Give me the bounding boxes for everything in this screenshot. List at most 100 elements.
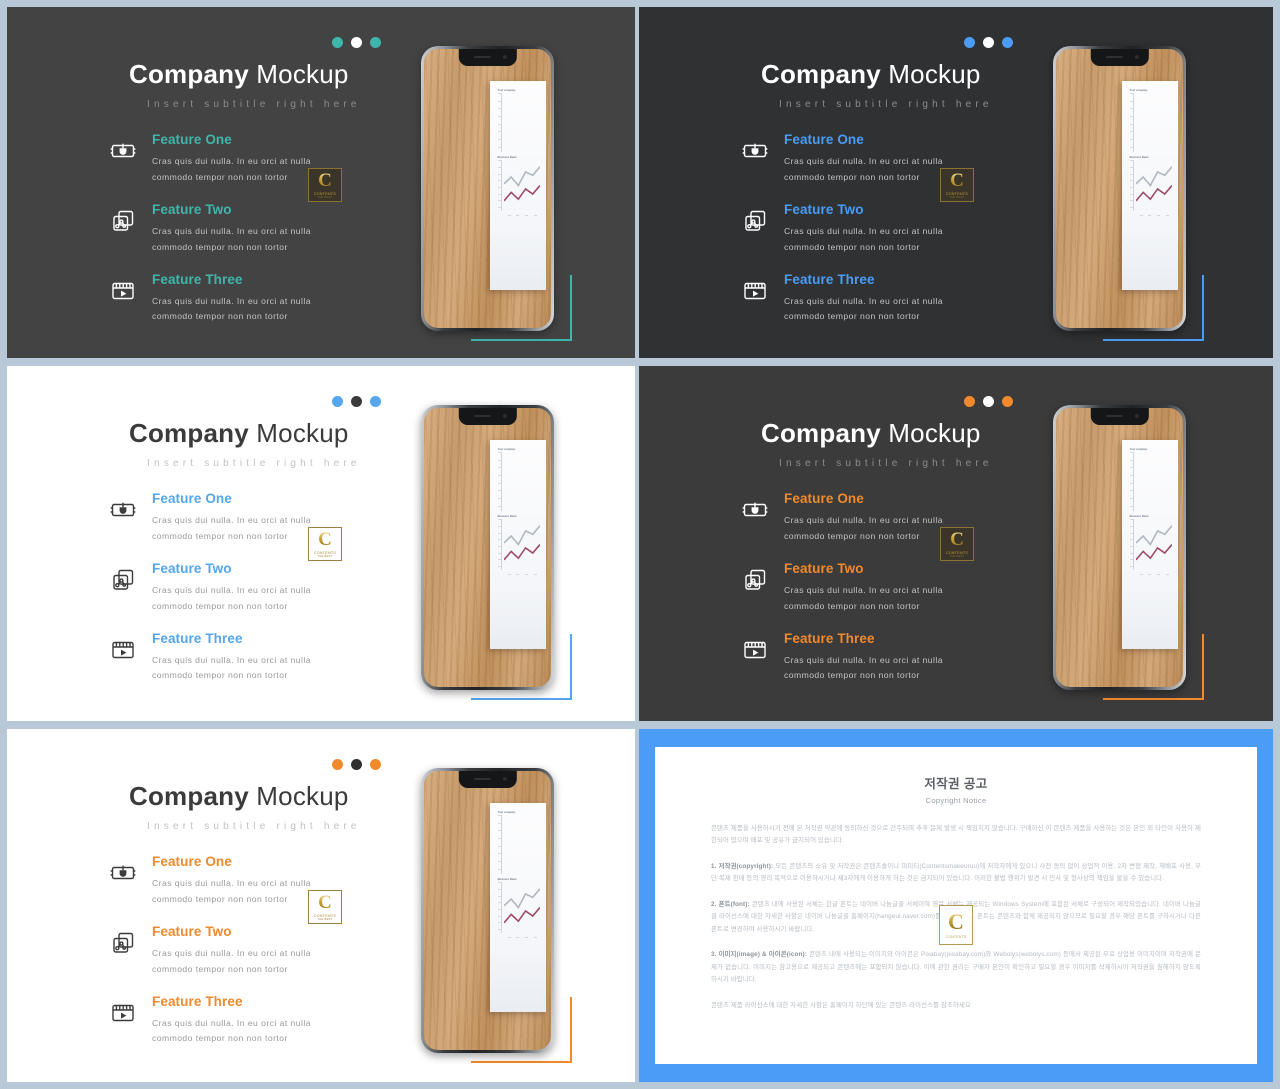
slide-light-orange[interactable]: Company Mockup Insert subtitle right her… (7, 729, 635, 1082)
line-chart (1129, 519, 1172, 575)
feature-title: Feature One (152, 132, 232, 147)
line-chart-ticks (505, 936, 540, 938)
slide-dot-3 (1002, 396, 1013, 407)
page-title: Company Mockup (761, 59, 981, 90)
feature-title: Feature Two (784, 560, 864, 576)
feature-item[interactable]: Feature Three Cras quis dui nulla. In eu… (106, 994, 336, 1048)
media-player-icon (110, 637, 136, 663)
feature-item[interactable]: Feature Two Cras quis dui nulla. In eu o… (106, 924, 336, 978)
slide-dot-2 (983, 37, 994, 48)
line-chart (497, 160, 540, 216)
slide-dark-teal[interactable]: Company Mockup Insert subtitle right her… (7, 7, 635, 358)
slide-dot-2 (351, 759, 362, 770)
page-title: Company Mockup (761, 418, 981, 449)
contents-watermark: C CONTENTS (939, 904, 973, 945)
feature-body: Cras quis dui nulla. In eu orci at nulla… (152, 1017, 311, 1044)
feature-body: Cras quis dui nulla. In eu orci at nulla… (784, 584, 943, 611)
phone-screen: Your company Business News (1056, 408, 1183, 687)
battery-plug-icon (742, 138, 768, 164)
line-chart (497, 519, 540, 575)
feature-body: Cras quis dui nulla. In eu orci at nulla… (152, 225, 311, 252)
chart-paper: Your company Business News (490, 803, 546, 1013)
feature-title: Feature Three (152, 630, 243, 646)
slide-dark-blue[interactable]: Company Mockup Insert subtitle right her… (639, 7, 1273, 358)
slide-dot-3 (370, 37, 381, 48)
copyright-paragraph: 콘텐츠 제품을 사용하시기 전에 본 저작권 약관에 동의하신 것으로 간주되며… (711, 825, 1201, 845)
slide-dots (332, 37, 381, 48)
chart-title-top: Your company (1129, 88, 1148, 92)
chart-title-bottom: Business News (497, 877, 517, 881)
line-chart-axis (497, 160, 502, 212)
copyright-document: 저작권 공고 Copyright Notice 콘텐츠 제품을 사용하시기 전에… (655, 747, 1257, 1064)
phone-screen: Your company Business News (424, 771, 551, 1050)
feature-title: Feature Three (152, 271, 243, 287)
feature-item[interactable]: Feature Three Cras quis dui nulla. In eu… (106, 631, 336, 685)
bar-chart (1129, 451, 1172, 511)
feature-item[interactable]: Feature One Cras quis dui nulla. In eu o… (106, 854, 336, 908)
feature-title: Feature Two (152, 560, 232, 576)
page-title: Company Mockup (129, 781, 349, 812)
watermark-label: CONTENTS (313, 913, 337, 918)
slide-dot-3 (370, 396, 381, 407)
phone-notch (458, 408, 517, 425)
contents-watermark: C CONTENTS THE BEST (308, 527, 342, 561)
slide-dot-2 (351, 396, 362, 407)
phone-frame: Your company Business News (1053, 405, 1186, 690)
slide-dot-1 (964, 396, 975, 407)
line-chart-ticks (1137, 214, 1172, 216)
feature-list: Feature One Cras quis dui nulla. In eu o… (738, 132, 968, 325)
watermark-label: CONTENTS (945, 191, 969, 196)
slide-dot-1 (332, 37, 343, 48)
contents-watermark: C CONTENTS THE BEST (940, 527, 974, 561)
feature-item[interactable]: Feature Two Cras quis dui nulla. In eu o… (106, 561, 336, 615)
watermark-letter: C (950, 529, 964, 550)
slide-copyright-notice[interactable]: 저작권 공고 Copyright Notice 콘텐츠 제품을 사용하시기 전에… (639, 729, 1273, 1082)
page-subtitle: Insert subtitle right here (779, 99, 993, 110)
chart-title-top: Your company (497, 88, 516, 92)
page-subtitle: Insert subtitle right here (147, 458, 361, 469)
feature-title: Feature Three (152, 993, 243, 1009)
feature-title: Feature One (152, 491, 232, 506)
feature-item[interactable]: Feature Two Cras quis dui nulla. In eu o… (738, 561, 968, 615)
feature-item[interactable]: Feature One Cras quis dui nulla. In eu o… (106, 132, 336, 186)
feature-title: Feature One (152, 854, 232, 869)
feature-body: Cras quis dui nulla. In eu orci at nulla… (152, 584, 311, 611)
feature-list: Feature One Cras quis dui nulla. In eu o… (106, 854, 336, 1047)
feature-item[interactable]: Feature One Cras quis dui nulla. In eu o… (106, 491, 336, 545)
line-chart-axis (497, 519, 502, 571)
layers-nodes-icon (110, 930, 136, 956)
feature-list: Feature One Cras quis dui nulla. In eu o… (106, 132, 336, 325)
bar-chart-bars (505, 815, 540, 874)
chart-title-bottom: Business News (497, 155, 517, 159)
slide-light-blue[interactable]: Company Mockup Insert subtitle right her… (7, 366, 635, 721)
feature-item[interactable]: Feature Three Cras quis dui nulla. In eu… (738, 631, 968, 685)
feature-title: Feature Two (152, 923, 232, 939)
page-subtitle: Insert subtitle right here (147, 99, 361, 110)
phone-frame: Your company Business News (421, 405, 554, 690)
contents-watermark: C CONTENTS THE BEST (308, 168, 342, 202)
media-player-icon (110, 278, 136, 304)
battery-plug-icon (110, 138, 136, 164)
feature-body: Cras quis dui nulla. In eu orci at nulla… (152, 654, 311, 681)
slide-dark-orange[interactable]: Company Mockup Insert subtitle right her… (639, 366, 1273, 721)
feature-item[interactable]: Feature One Cras quis dui nulla. In eu o… (738, 491, 968, 545)
watermark-sublabel: THE BEST (317, 196, 333, 199)
phone-screen: Your company Business News (1056, 49, 1183, 328)
feature-body: Cras quis dui nulla. In eu orci at nulla… (784, 295, 943, 322)
slide-dot-1 (332, 396, 343, 407)
title-bold: Company (129, 781, 249, 811)
feature-item[interactable]: Feature Two Cras quis dui nulla. In eu o… (738, 202, 968, 256)
feature-item[interactable]: Feature Three Cras quis dui nulla. In eu… (738, 272, 968, 326)
page-subtitle: Insert subtitle right here (779, 458, 993, 469)
copyright-title: 저작권 공고 (924, 777, 988, 791)
feature-list: Feature One Cras quis dui nulla. In eu o… (106, 491, 336, 684)
chart-paper: Your company Business News (490, 81, 546, 291)
title-light: Mockup (880, 418, 981, 448)
feature-item[interactable]: Feature Two Cras quis dui nulla. In eu o… (106, 202, 336, 256)
phone-mockup: Your company Business News (421, 46, 554, 331)
title-bold: Company (129, 59, 249, 89)
feature-item[interactable]: Feature One Cras quis dui nulla. In eu o… (738, 132, 968, 186)
feature-item[interactable]: Feature Three Cras quis dui nulla. In eu… (106, 272, 336, 326)
phone-mockup: Your company Business News (421, 405, 554, 690)
bar-chart-bars (1137, 93, 1172, 152)
